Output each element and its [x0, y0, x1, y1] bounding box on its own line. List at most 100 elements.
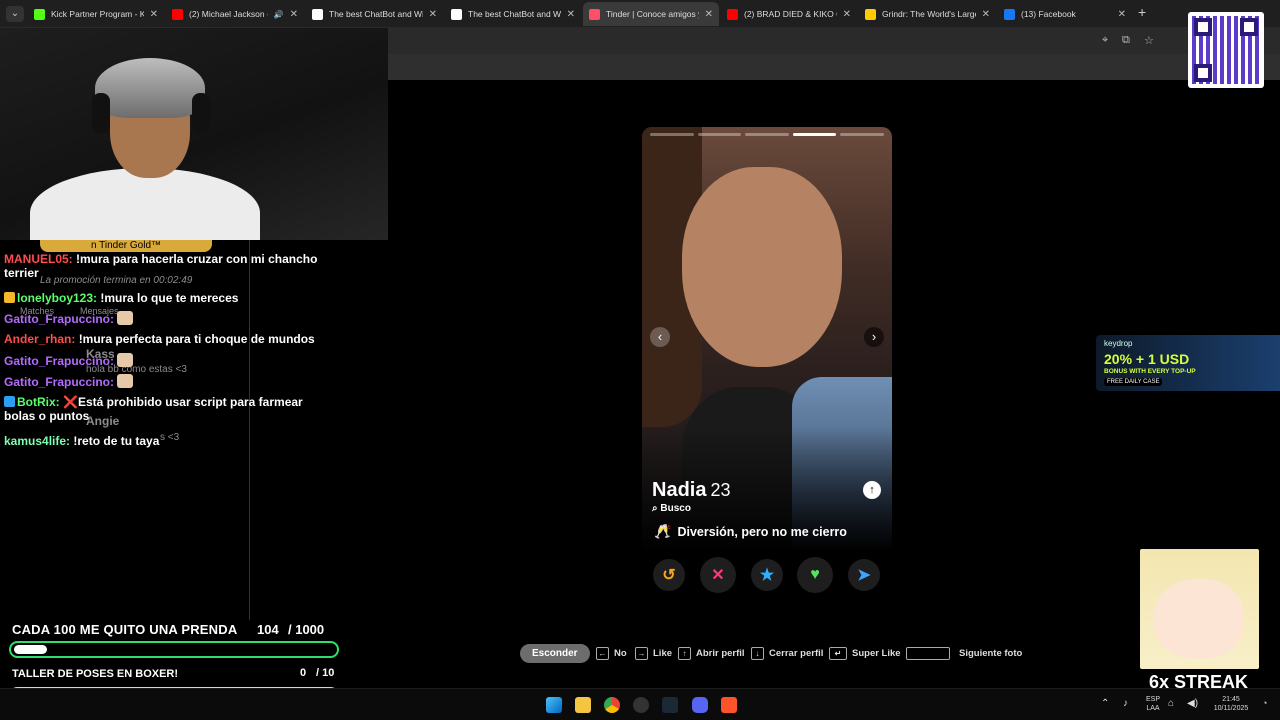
hint-open-profile-label: Abrir perfil — [696, 647, 745, 659]
tab-title: (2) Michael Jackson - — [189, 9, 268, 19]
tab-close-icon[interactable]: ✕ — [843, 9, 851, 20]
tab-title: Grindr: The World's Large — [882, 9, 976, 19]
hint-no-label: No — [614, 647, 627, 659]
install-app-icon[interactable]: ⧉ — [1122, 34, 1130, 47]
relationship-intent-text: Diversión, pero no me cierro — [677, 524, 847, 539]
tab-close-icon[interactable]: ✕ — [567, 9, 575, 20]
tab-close-icon[interactable]: ✕ — [705, 9, 713, 20]
hint-super-like: ↵ Super Like — [829, 643, 901, 663]
photo-progress-segment[interactable] — [697, 133, 742, 136]
clock[interactable]: 21:45 10/11/2025 — [1206, 695, 1256, 713]
photo-progress-segment[interactable] — [745, 133, 789, 136]
chat-message: kamus4life: !reto de tu taya — [4, 434, 159, 448]
relationship-intent: 🥂 Diversión, pero no me cierro — [654, 523, 847, 540]
nope-button[interactable]: ✕ — [700, 557, 736, 593]
input-language[interactable]: ESP LAA — [1143, 695, 1163, 713]
next-photo-button[interactable]: › — [864, 327, 884, 347]
chat-username[interactable]: Gatito_Frapuccino: — [4, 354, 114, 368]
hint-close-profile-label: Cerrar perfil — [769, 647, 824, 659]
notifications-icon[interactable]: ◔ — [1262, 698, 1267, 708]
chat-message: Gatito_Frapuccino: — [4, 311, 134, 326]
hint-next-photo-label: Siguiente foto — [959, 647, 1023, 659]
address-bar[interactable]: ⌖ ⧉ ☆ — [388, 28, 1280, 54]
anime-character-overlay — [1140, 549, 1259, 669]
browser-tab[interactable]: (2) BRAD DIED & KIKO Cr ✕ — [721, 2, 857, 26]
open-profile-info-button[interactable]: ↑ — [863, 481, 881, 499]
tab-favicon-icon — [1004, 8, 1015, 20]
chat-username[interactable]: MANUEL05: — [4, 252, 73, 266]
new-tab-button[interactable]: + — [1138, 4, 1146, 20]
keydrop-logo: keydrop — [1104, 339, 1133, 348]
profile-card[interactable]: ‹ › Nadia 23 ↑ ⌕ Busco 🥂 Diversión, pero … — [642, 127, 892, 605]
chrome-icon[interactable] — [604, 697, 620, 713]
browser-tab[interactable]: (13) Facebook ✕ — [998, 2, 1132, 26]
chat-username[interactable]: Ander_rhan: — [4, 332, 75, 346]
tab-close-icon[interactable]: ✕ — [1118, 9, 1126, 20]
chat-username[interactable]: Gatito_Frapuccino: — [4, 375, 114, 389]
file-explorer-icon[interactable] — [575, 697, 591, 713]
chat-emote-icon — [117, 311, 134, 325]
browser-tab[interactable]: Tinder | Conoce amigos y ✕ — [583, 2, 719, 26]
keydrop-subline: BONUS WITH EVERY TOP-UP — [1104, 368, 1196, 375]
tab-favicon-icon — [451, 8, 462, 20]
photo-progress-segment[interactable] — [840, 133, 884, 136]
bookmark-star-icon[interactable]: ☆ — [1144, 34, 1154, 47]
photo-progress-segment[interactable] — [792, 133, 837, 136]
tab-audio-icon[interactable]: 🔊 — [274, 10, 284, 19]
location-icon[interactable]: ⌖ — [1102, 34, 1108, 47]
windows-taskbar: ⌃ ♪ ESP LAA ⌂ ◀) 21:45 10/11/2025 ◔ — [0, 688, 1280, 720]
tab-close-icon[interactable]: ✕ — [982, 9, 990, 20]
chat-username[interactable]: BotRix: — [17, 395, 60, 409]
tab-title: The best ChatBot and Wi — [329, 9, 423, 19]
obs-icon[interactable] — [633, 697, 649, 713]
tab-close-icon[interactable]: ✕ — [150, 9, 158, 20]
chat-username[interactable]: Gatito_Frapuccino: — [4, 312, 114, 326]
left-arrow-key-icon: ← — [596, 646, 609, 660]
webcam-person-shirt — [30, 168, 260, 240]
tab-favicon-icon — [34, 8, 45, 20]
tab-close-icon[interactable]: ✕ — [429, 9, 437, 20]
prev-photo-button[interactable]: ‹ — [650, 327, 670, 347]
discord-icon[interactable] — [692, 697, 708, 713]
down-arrow-key-icon: ↓ — [751, 646, 764, 660]
keydrop-headline: 20% + 1 USD — [1104, 351, 1190, 367]
input-region-code: LAA — [1146, 705, 1160, 712]
windows-start-icon[interactable] — [546, 697, 562, 713]
tab-search-button[interactable]: ⌄ — [6, 6, 24, 22]
chat-username[interactable]: kamus4life: — [4, 434, 70, 448]
steam-icon[interactable] — [662, 697, 678, 713]
tab-title: (2) BRAD DIED & KIKO Cr — [744, 9, 837, 19]
hint-like: → Like — [635, 643, 672, 663]
chat-text: !mura lo que te mereces — [100, 291, 239, 305]
qr-finder-tl — [1194, 18, 1212, 36]
hint-close-profile: ↓ Cerrar perfil — [751, 643, 823, 663]
rewind-button[interactable]: ↺ — [653, 559, 685, 591]
browser-tab[interactable]: The best ChatBot and Wi ✕ — [306, 2, 443, 26]
photo-progress-segment[interactable] — [650, 133, 694, 136]
chat-username[interactable]: lonelyboy123: — [17, 291, 97, 305]
microphone-icon[interactable]: ♪ — [1123, 698, 1128, 709]
network-icon[interactable]: ⌂ — [1168, 698, 1174, 709]
browser-tab[interactable]: Kick Partner Program - Ki ✕ — [28, 2, 164, 26]
browser-tab[interactable]: The best ChatBot and Wi ✕ — [445, 2, 581, 26]
volume-icon[interactable]: ◀) — [1187, 698, 1198, 709]
qr-code — [1188, 12, 1264, 88]
hide-hints-button[interactable]: Esconder — [520, 643, 590, 663]
brave-icon[interactable] — [721, 697, 737, 713]
rewind-icon: ↺ — [662, 567, 676, 584]
clock-time: 21:45 — [1222, 696, 1240, 703]
tray-chevron-icon[interactable]: ⌃ — [1101, 698, 1109, 709]
tab-close-icon[interactable]: ✕ — [290, 9, 298, 20]
super-like-button[interactable]: ★ — [751, 559, 783, 591]
boost-button[interactable]: ➤ — [848, 559, 880, 591]
looking-for-label: Busco — [660, 503, 691, 514]
qr-finder-bl — [1194, 64, 1212, 82]
tab-favicon-icon — [589, 8, 600, 20]
tab-favicon-icon — [312, 8, 323, 20]
like-button[interactable]: ♥ — [797, 557, 833, 593]
chat-emote-icon — [117, 374, 134, 388]
webcam-person-hair — [95, 58, 205, 118]
tab-title: Tinder | Conoce amigos y — [606, 9, 699, 19]
browser-tab[interactable]: Grindr: The World's Large ✕ — [859, 2, 996, 26]
browser-tab[interactable]: (2) Michael Jackson - 🔊 ✕ — [166, 2, 304, 26]
